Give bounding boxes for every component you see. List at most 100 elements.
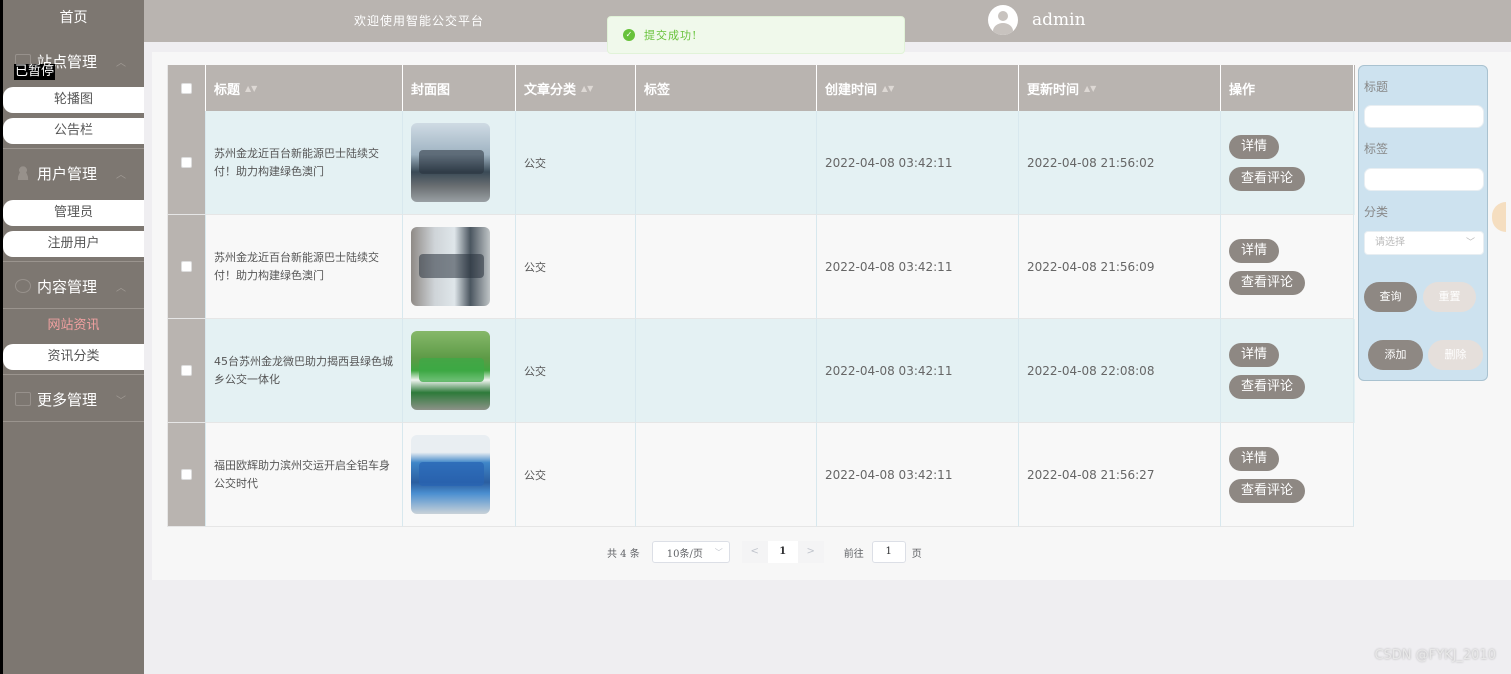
- column-header-label: 文章分类: [524, 82, 577, 98]
- sort-icon[interactable]: ▲▼: [1084, 84, 1096, 93]
- row-updated: 2022-04-08 22:08:08: [1019, 319, 1221, 423]
- detail-button[interactable]: 详情: [1229, 342, 1280, 367]
- column-header-tag: 标签: [636, 65, 817, 111]
- news-table: 标题 ▲▼ 封面图 文章分类 ▲▼ 标签 创建时间 ▲▼ 更新时间 ▲▼ 操作 苏州金龙…: [167, 65, 1355, 527]
- add-button[interactable]: 添加: [1368, 340, 1423, 370]
- sidebar-item-news-category[interactable]: 资讯分类: [3, 344, 144, 370]
- goto-label: 前往: [843, 548, 864, 560]
- reset-button[interactable]: 重置: [1423, 282, 1476, 312]
- row-title: 福田欧辉助力滨州交运开启全铝车身公交时代: [206, 423, 403, 527]
- detail-button[interactable]: 详情: [1229, 134, 1280, 159]
- paused-overlay: 已暂停: [14, 64, 56, 80]
- view-comments-button[interactable]: 查看评论: [1229, 478, 1306, 503]
- sort-icon[interactable]: ▲▼: [882, 84, 894, 93]
- sidebar-item-home[interactable]: 首页: [3, 0, 144, 40]
- row-cover-cell: [403, 111, 516, 215]
- cover-image: [411, 123, 490, 202]
- row-checkbox[interactable]: [181, 261, 192, 272]
- select-all-cell: [168, 65, 206, 111]
- row-select-cell: [168, 319, 206, 423]
- success-toast: ✓ 提交成功!: [607, 16, 905, 54]
- goto-page-input[interactable]: 1: [871, 541, 906, 563]
- sidebar-group-label: 内容管理: [37, 277, 98, 296]
- row-updated: 2022-04-08 21:56:27: [1019, 423, 1221, 527]
- row-cover-cell: [403, 423, 516, 527]
- row-actions: 详情 查看评论: [1221, 215, 1354, 319]
- column-header-label: 更新时间: [1027, 82, 1080, 98]
- sidebar-item-admins[interactable]: 管理员: [3, 200, 144, 226]
- chevron-up-icon: ︿: [116, 282, 126, 294]
- tag-filter-label: 标签: [1364, 142, 1389, 156]
- select-all-checkbox[interactable]: [181, 82, 192, 94]
- sidebar-item-carousel[interactable]: 轮播图: [3, 87, 144, 113]
- category-select[interactable]: 请选择 ﹀: [1364, 231, 1484, 255]
- next-page-button[interactable]: >: [797, 541, 824, 563]
- sidebar-divider: [3, 308, 144, 309]
- column-header-label: 标题: [214, 82, 241, 98]
- detail-button[interactable]: 详情: [1229, 238, 1280, 263]
- username[interactable]: admin: [1032, 10, 1086, 30]
- page-size-value: 10条/页: [666, 548, 703, 560]
- search-panel: 标题 标签 分类 请选择 ﹀ 查询 重置 添加 删除: [1358, 65, 1488, 381]
- chevron-up-icon: ︿: [116, 57, 126, 69]
- row-updated: 2022-04-08 21:56:09: [1019, 215, 1221, 319]
- category-select-placeholder: 请选择: [1375, 237, 1405, 248]
- sidebar-divider: [3, 421, 144, 422]
- column-header-updated[interactable]: 更新时间 ▲▼: [1019, 65, 1221, 111]
- tag-filter-input[interactable]: [1364, 168, 1484, 191]
- column-header-title[interactable]: 标题 ▲▼: [206, 65, 403, 111]
- row-checkbox[interactable]: [181, 157, 192, 168]
- row-title: 45台苏州金龙微巴助力揭西县绿色城乡公交一体化: [206, 319, 403, 423]
- sort-icon[interactable]: ▲▼: [245, 84, 257, 93]
- sort-icon[interactable]: ▲▼: [581, 84, 593, 93]
- avatar[interactable]: [988, 5, 1018, 35]
- row-created: 2022-04-08 03:42:11: [817, 215, 1019, 319]
- title-filter-label: 标题: [1364, 80, 1389, 94]
- sidebar-divider: [3, 374, 144, 375]
- row-checkbox[interactable]: [181, 469, 192, 480]
- sidebar-group-label: 更多管理: [37, 390, 98, 409]
- table-row: 苏州金龙近百台新能源巴士陆续交付！助力构建绿色澳门 公交 2022-04-08 …: [168, 111, 1355, 215]
- page-size-select[interactable]: 10条/页 ﹀: [651, 541, 730, 563]
- prev-page-button[interactable]: <: [741, 541, 768, 563]
- view-comments-button[interactable]: 查看评论: [1229, 166, 1306, 191]
- column-header-label: 创建时间: [825, 82, 878, 98]
- query-button[interactable]: 查询: [1364, 282, 1417, 312]
- column-header-created[interactable]: 创建时间 ▲▼: [817, 65, 1019, 111]
- row-title: 苏州金龙近百台新能源巴士陆续交付！助力构建绿色澳门: [206, 215, 403, 319]
- column-header-cover: 封面图: [403, 65, 516, 111]
- row-select-cell: [168, 215, 206, 319]
- page-number[interactable]: 1: [767, 541, 798, 563]
- cover-image: [411, 227, 490, 306]
- row-category: 公交: [516, 215, 636, 319]
- sidebar-group-more[interactable]: 更多管理 ﹀: [3, 378, 144, 420]
- column-header-category[interactable]: 文章分类 ▲▼: [516, 65, 636, 111]
- row-actions: 详情 查看评论: [1221, 319, 1354, 423]
- toast-message: 提交成功!: [644, 29, 698, 42]
- delete-button[interactable]: 删除: [1428, 340, 1483, 370]
- view-comments-button[interactable]: 查看评论: [1229, 270, 1306, 295]
- view-comments-button[interactable]: 查看评论: [1229, 374, 1306, 399]
- chevron-down-icon: ﹀: [714, 547, 723, 557]
- column-header-actions: 操作: [1221, 65, 1354, 111]
- main-area: 欢迎使用智能公交平台 admin ✓ 提交成功! 标题 ▲▼ 封面图 文章分类 ▲▼…: [144, 0, 1511, 674]
- sidebar-item-notice[interactable]: 公告栏: [3, 118, 144, 144]
- row-cover-cell: [403, 215, 516, 319]
- watermark: CSDN @FYKJ_2010: [1374, 648, 1496, 663]
- chevron-up-icon: ︿: [116, 169, 126, 181]
- pagination-total: 共 4 条: [607, 548, 640, 560]
- row-created: 2022-04-08 03:42:11: [817, 423, 1019, 527]
- sidebar-group-content[interactable]: 内容管理 ︿: [3, 265, 144, 307]
- row-select-cell: [168, 423, 206, 527]
- title-filter-input[interactable]: [1364, 105, 1484, 128]
- row-category: 公交: [516, 111, 636, 215]
- detail-button[interactable]: 详情: [1229, 446, 1280, 471]
- row-tag: [636, 319, 817, 423]
- welcome-text: 欢迎使用智能公交平台: [354, 14, 485, 28]
- sidebar-item-site-news[interactable]: 网站资讯: [3, 313, 144, 339]
- row-checkbox[interactable]: [181, 365, 192, 376]
- row-cover-cell: [403, 319, 516, 423]
- row-actions: 详情 查看评论: [1221, 423, 1354, 527]
- sidebar-group-user[interactable]: 用户管理 ︿: [3, 152, 144, 194]
- sidebar-item-registered-users[interactable]: 注册用户: [3, 231, 144, 257]
